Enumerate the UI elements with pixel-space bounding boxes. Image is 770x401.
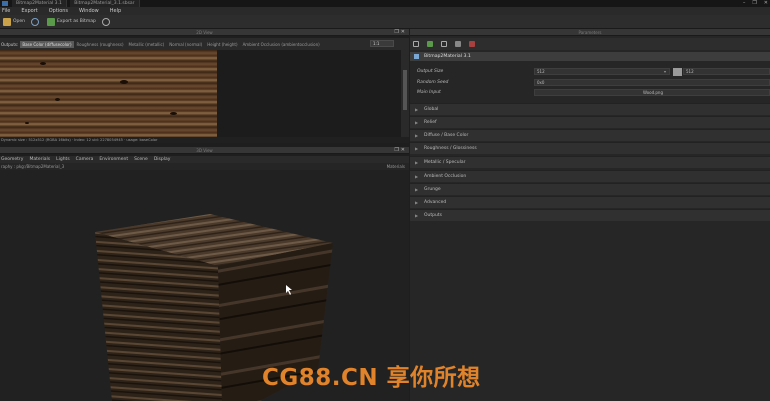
menu-file[interactable]: File <box>2 8 10 14</box>
view3d-menu: Geometry Materials Lights Camera Environ… <box>0 156 409 163</box>
chevron-right-icon: ▶ <box>415 200 419 205</box>
watermark: CG88.CN 享你所想 <box>262 365 481 391</box>
view2d-canvas[interactable] <box>0 50 409 137</box>
window-tab-1[interactable]: Bitmap2Material 3.1 <box>12 0 67 7</box>
channel-base-color[interactable]: Base Color (diffusecolor) <box>20 40 74 48</box>
random-seed-label: Random Seed <box>417 80 449 85</box>
tab-camera[interactable]: Camera <box>76 157 94 162</box>
graph-icon <box>414 54 419 59</box>
scene-path: raphy : pkg:/Bitmap2Material_3 Materials <box>0 163 409 170</box>
app-icon <box>2 1 8 6</box>
main-input-field[interactable]: Wood.png <box>534 89 770 96</box>
chevron-down-icon[interactable]: ▾ <box>664 67 666 77</box>
section-advanced[interactable]: ▶ Advanced <box>410 196 770 208</box>
export-button[interactable]: Export as Bitmap <box>47 17 96 26</box>
title-bar: Bitmap2Material 3.1 Bitmap2Material_3.1.… <box>0 0 770 7</box>
panel-float-close-icon[interactable]: ❐✕ <box>394 29 407 36</box>
chevron-right-icon: ▶ <box>415 107 419 112</box>
channel-normal[interactable]: Normal (normal) <box>167 41 204 48</box>
random-seed-row: Random Seed 0x0 <box>410 78 770 88</box>
menu-bar: File Export Options Window Help <box>0 7 770 15</box>
params-header: Parameters <box>410 29 770 36</box>
graph-title-bar[interactable]: Bitmap2Material 3.1 <box>410 52 770 61</box>
chevron-right-icon: ▶ <box>415 187 419 192</box>
output-size-row: Output Size 512 ▾ 512 <box>410 67 770 77</box>
view2d-scrollbar[interactable] <box>401 50 409 137</box>
view3d-header: 3D View ❐✕ <box>0 147 409 154</box>
home-icon[interactable] <box>413 41 419 47</box>
menu-help[interactable]: Help <box>110 8 121 14</box>
menu-export[interactable]: Export <box>21 8 37 14</box>
folder-icon <box>3 17 11 26</box>
tab-scene[interactable]: Scene <box>134 157 148 162</box>
preset-icon[interactable] <box>427 41 433 47</box>
menu-options[interactable]: Options <box>49 8 68 14</box>
section-global[interactable]: ▶ Global <box>410 103 770 115</box>
gear-icon <box>101 17 110 26</box>
channel-roughness[interactable]: Roughness (roughness) <box>75 41 126 48</box>
main-input-row: Main Input Wood.png <box>410 88 770 98</box>
chevron-right-icon: ▶ <box>415 174 419 179</box>
settings-button[interactable] <box>101 17 112 26</box>
chevron-right-icon: ▶ <box>415 160 419 165</box>
randomize-icon[interactable] <box>441 41 447 47</box>
view2d-header: 2D View ❐✕ <box>0 29 409 36</box>
camera-icon[interactable] <box>455 41 461 47</box>
wood-texture-preview <box>0 50 217 137</box>
section-ambient-occlusion[interactable]: ▶ Ambient Occlusion <box>410 170 770 182</box>
link-icon[interactable] <box>673 68 682 76</box>
tab-display[interactable]: Display <box>154 157 171 162</box>
view3d-title: 3D View <box>196 148 213 153</box>
section-outputs[interactable]: ▶ Outputs <box>410 209 770 221</box>
view2d-status: Dynamic size : 512x512 (RGBA 16bits) · I… <box>0 137 409 143</box>
tab-lights[interactable]: Lights <box>56 157 70 162</box>
outputs-label: Outputs: <box>1 41 19 47</box>
close-icon[interactable]: ✕ <box>764 0 768 7</box>
minimize-icon[interactable]: – <box>743 0 746 7</box>
reload-button[interactable] <box>31 17 41 26</box>
tab-geometry[interactable]: Geometry <box>1 157 23 162</box>
panel-float-close-icon[interactable]: ❐✕ <box>394 147 407 154</box>
section-grunge[interactable]: ▶ Grunge <box>410 183 770 195</box>
delete-icon[interactable] <box>469 41 475 47</box>
chevron-right-icon: ▶ <box>415 120 419 125</box>
channel-height[interactable]: Height (height) <box>205 41 239 48</box>
chevron-right-icon: ▶ <box>415 146 419 151</box>
output-size-width[interactable]: 512 <box>534 68 670 75</box>
maximize-icon[interactable]: ❐ <box>752 0 756 7</box>
scene-path-text: raphy : pkg:/Bitmap2Material_3 <box>1 164 65 169</box>
chevron-right-icon: ▶ <box>415 213 419 218</box>
random-seed-field[interactable]: 0x0 <box>534 79 770 86</box>
refresh-icon <box>31 17 40 26</box>
params-toolbar <box>410 38 770 50</box>
channel-metallic[interactable]: Metallic (metallic) <box>127 41 167 48</box>
section-metallic[interactable]: ▶ Metallic / Specular <box>410 156 770 168</box>
output-size-height[interactable]: 512 <box>683 68 770 75</box>
tab-environment[interactable]: Environment <box>99 157 128 162</box>
view2d-title: 2D View <box>196 30 213 35</box>
section-roughness[interactable]: ▶ Roughness / Glossiness <box>410 142 770 154</box>
outputs-bar: Outputs: Base Color (diffusecolor) Rough… <box>0 38 409 50</box>
material-dropdown[interactable]: Materials <box>387 163 405 170</box>
export-icon <box>47 17 56 26</box>
menu-window[interactable]: Window <box>79 8 99 14</box>
section-base-color[interactable]: ▶ Diffuse / Base Color <box>410 129 770 141</box>
params-title: Parameters <box>578 30 602 35</box>
main-toolbar: Open Export as Bitmap <box>0 15 770 29</box>
channel-ambient-occlusion[interactable]: Ambient Occlusion (ambientocclusion) <box>241 41 322 48</box>
window-tab-2[interactable]: Bitmap2Material_3.1.sbsar <box>70 0 140 7</box>
main-input-label: Main Input <box>417 90 441 95</box>
chevron-right-icon: ▶ <box>415 133 419 138</box>
open-button[interactable]: Open <box>3 17 25 26</box>
tab-materials[interactable]: Materials <box>29 157 50 162</box>
section-relief[interactable]: ▶ Relief <box>410 116 770 128</box>
zoom-select[interactable]: 1:1 <box>370 40 394 47</box>
output-size-label: Output Size <box>417 69 444 74</box>
